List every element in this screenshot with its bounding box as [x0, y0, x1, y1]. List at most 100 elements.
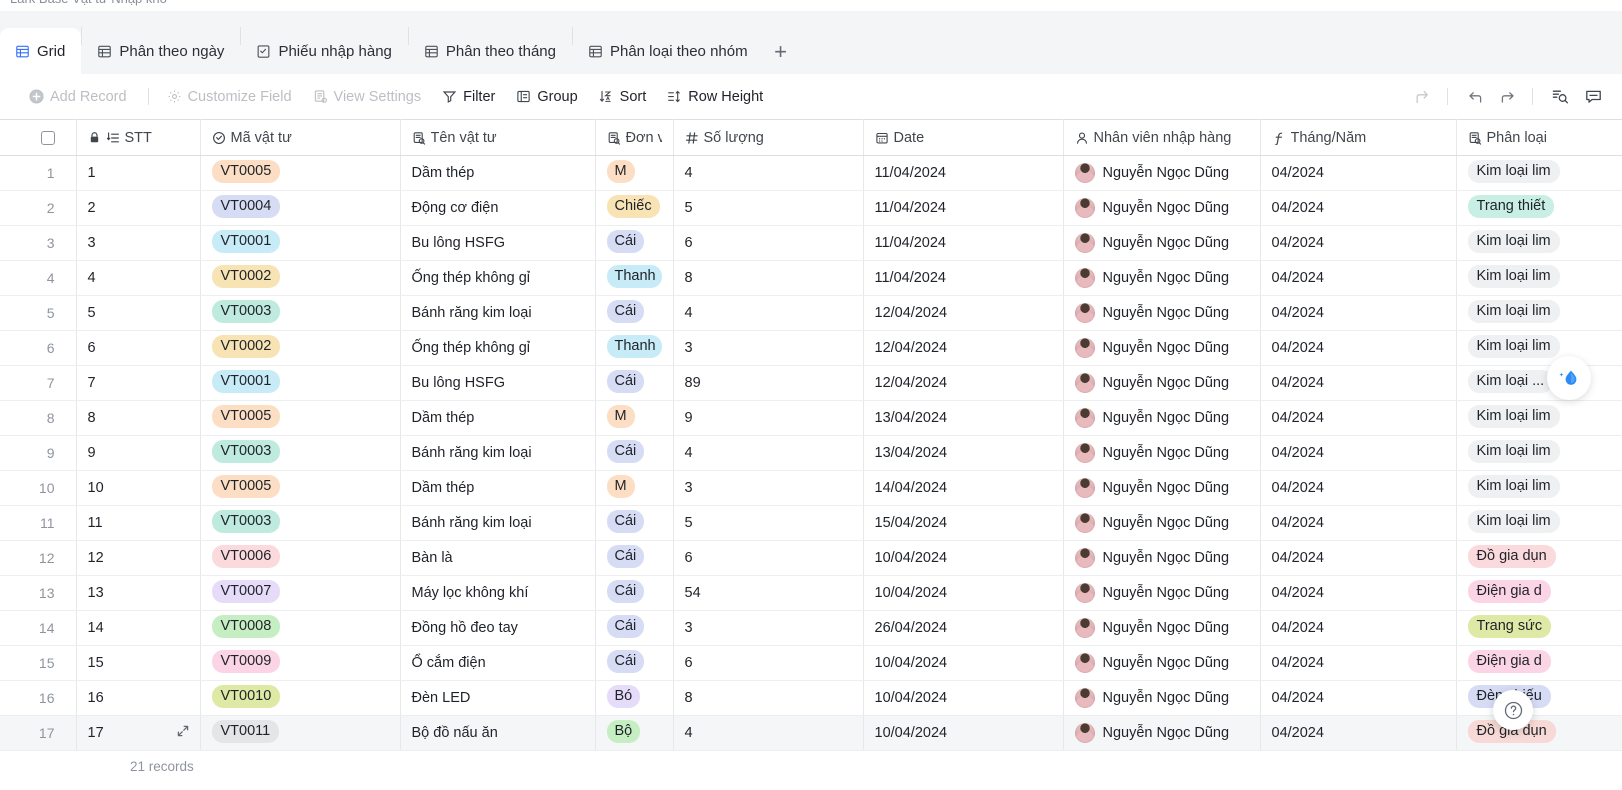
cell-nhan-vien[interactable]: Nguyễn Ngọc Dũng — [1063, 190, 1261, 226]
cell-ma-vat-tu[interactable]: VT0005 — [200, 155, 401, 191]
cell-thang-nam[interactable]: 04/2024 — [1260, 155, 1457, 191]
add-view-button[interactable]: + — [764, 29, 798, 74]
cell-don-vi[interactable]: Cái — [595, 540, 674, 576]
cell-date[interactable]: 13/04/2024 — [863, 435, 1064, 471]
row-number-cell[interactable]: 3 — [0, 225, 77, 261]
cell-so-luong[interactable]: 4 — [673, 155, 864, 191]
cell-phan-loai[interactable]: Kim loại lim — [1456, 400, 1622, 436]
cell-don-vi[interactable]: Chiếc — [595, 190, 674, 226]
cell-ma-vat-tu[interactable]: VT0002 — [200, 260, 401, 296]
table-row[interactable]: 13 13 VT0007 Máy lọc không khí Cái 54 10/04/20… — [0, 575, 1622, 611]
cell-stt[interactable]: 10 — [76, 470, 201, 506]
cell-ten-vat-tu[interactable]: Dầm thép — [400, 400, 596, 436]
table-row[interactable]: 4 4 VT0002 Ống thép không gỉ Thanh 8 11/04/202… — [0, 260, 1622, 296]
cell-nhan-vien[interactable]: Nguyễn Ngọc Dũng — [1063, 435, 1261, 471]
cell-don-vi[interactable]: Cái — [595, 435, 674, 471]
cell-thang-nam[interactable]: 04/2024 — [1260, 540, 1457, 576]
cell-ma-vat-tu[interactable]: VT0002 — [200, 330, 401, 366]
cell-thang-nam[interactable]: 04/2024 — [1260, 505, 1457, 541]
cell-ten-vat-tu[interactable]: Động cơ điện — [400, 190, 596, 226]
cell-thang-nam[interactable]: 04/2024 — [1260, 260, 1457, 296]
cell-ten-vat-tu[interactable]: Dầm thép — [400, 155, 596, 191]
cell-don-vi[interactable]: Cái — [595, 225, 674, 261]
cell-ten-vat-tu[interactable]: Bu lông HSFG — [400, 225, 596, 261]
cell-nhan-vien[interactable]: Nguyễn Ngọc Dũng — [1063, 365, 1261, 401]
cell-thang-nam[interactable]: 04/2024 — [1260, 190, 1457, 226]
cell-ten-vat-tu[interactable]: Bàn là — [400, 540, 596, 576]
row-number-cell[interactable]: 13 — [0, 575, 77, 611]
expand-record-icon[interactable] — [176, 724, 190, 742]
column-header-ten-vat-tu[interactable]: Tên vật tư — [400, 119, 596, 156]
cell-phan-loai[interactable]: Trang sức — [1456, 610, 1622, 646]
cell-stt[interactable]: 5 — [76, 295, 201, 331]
cell-ten-vat-tu[interactable]: Bánh răng kim loại — [400, 295, 596, 331]
cell-phan-loai[interactable]: Kim loại ... — [1456, 365, 1622, 401]
cell-date[interactable]: 11/04/2024 — [863, 190, 1064, 226]
column-header-nhan-vien[interactable]: Nhân viên nhập hàng — [1063, 119, 1261, 156]
cell-don-vi[interactable]: Bộ — [595, 715, 674, 751]
cell-nhan-vien[interactable]: Nguyễn Ngọc Dũng — [1063, 470, 1261, 506]
select-all-header[interactable] — [0, 119, 77, 156]
cell-date[interactable]: 13/04/2024 — [863, 400, 1064, 436]
cell-don-vi[interactable]: Cái — [595, 295, 674, 331]
cell-ten-vat-tu[interactable]: Bộ đồ nấu ăn — [400, 715, 596, 751]
column-header-date[interactable]: Date — [863, 119, 1064, 156]
cell-stt[interactable]: 15 — [76, 645, 201, 681]
cell-thang-nam[interactable]: 04/2024 — [1260, 715, 1457, 751]
cell-don-vi[interactable]: Bó — [595, 680, 674, 716]
table-row[interactable]: 11 11 VT0003 Bánh răng kim loại Cái 5 15/04/20… — [0, 505, 1622, 541]
cell-don-vi[interactable]: Thanh — [595, 330, 674, 366]
cell-ma-vat-tu[interactable]: VT0003 — [200, 295, 401, 331]
cell-ma-vat-tu[interactable]: VT0008 — [200, 610, 401, 646]
cell-date[interactable]: 10/04/2024 — [863, 575, 1064, 611]
cell-nhan-vien[interactable]: Nguyễn Ngọc Dũng — [1063, 715, 1261, 751]
cell-don-vi[interactable]: Cái — [595, 645, 674, 681]
view-tab-2[interactable]: Phân theo ngày — [82, 29, 240, 74]
column-header-so-luong[interactable]: Số lượng — [673, 119, 864, 156]
cell-ten-vat-tu[interactable]: Ống thép không gỉ — [400, 260, 596, 296]
group-button[interactable]: Group — [507, 83, 586, 111]
help-button[interactable] — [1493, 690, 1533, 730]
cell-thang-nam[interactable]: 04/2024 — [1260, 330, 1457, 366]
cell-ma-vat-tu[interactable]: VT0009 — [200, 645, 401, 681]
cell-don-vi[interactable]: Cái — [595, 610, 674, 646]
cell-thang-nam[interactable]: 04/2024 — [1260, 470, 1457, 506]
cell-don-vi[interactable]: M — [595, 470, 674, 506]
cell-so-luong[interactable]: 54 — [673, 575, 864, 611]
row-number-cell[interactable]: 10 — [0, 470, 77, 506]
cell-ma-vat-tu[interactable]: VT0011 — [200, 715, 401, 751]
view-tab-1[interactable]: Grid — [0, 28, 82, 74]
cell-so-luong[interactable]: 8 — [673, 680, 864, 716]
cell-don-vi[interactable]: Thanh — [595, 260, 674, 296]
cell-ten-vat-tu[interactable]: Ống thép không gỉ — [400, 330, 596, 366]
cell-stt[interactable]: 9 — [76, 435, 201, 471]
cell-date[interactable]: 12/04/2024 — [863, 330, 1064, 366]
table-row[interactable]: 14 14 VT0008 Đồng hồ đeo tay Cái 3 26/04/2024 N… — [0, 610, 1622, 646]
row-number-cell[interactable]: 4 — [0, 260, 77, 296]
table-row[interactable]: 2 2 VT0004 Động cơ điện Chiếc 5 11/04/2024 Nguy… — [0, 190, 1622, 226]
cell-phan-loai[interactable]: Đèn chiếu — [1456, 680, 1622, 716]
cell-date[interactable]: 15/04/2024 — [863, 505, 1064, 541]
row-number-cell[interactable]: 7 — [0, 365, 77, 401]
cell-so-luong[interactable]: 5 — [673, 190, 864, 226]
cell-date[interactable]: 26/04/2024 — [863, 610, 1064, 646]
cell-stt[interactable]: 14 — [76, 610, 201, 646]
row-number-cell[interactable]: 2 — [0, 190, 77, 226]
cell-phan-loai[interactable]: Kim loại lim — [1456, 260, 1622, 296]
table-row[interactable]: 15 15 VT0009 Ổ cắm điện Cái 6 10/04/2024 Nguyễn… — [0, 645, 1622, 681]
cell-thang-nam[interactable]: 04/2024 — [1260, 575, 1457, 611]
cell-phan-loai[interactable]: Kim loại lim — [1456, 470, 1622, 506]
cell-stt[interactable]: 11 — [76, 505, 201, 541]
cell-so-luong[interactable]: 3 — [673, 470, 864, 506]
cell-date[interactable]: 10/04/2024 — [863, 645, 1064, 681]
table-row[interactable]: 16 16 VT0010 Đèn LED Bó 8 10/04/2024 Nguyễn Ngọ… — [0, 680, 1622, 716]
data-grid[interactable]: STT Mã vật tư Tên vật tư Đơn Số lượng Da… — [0, 119, 1622, 790]
filter-button[interactable]: Filter — [433, 83, 504, 111]
cell-nhan-vien[interactable]: Nguyễn Ngọc Dũng — [1063, 260, 1261, 296]
cell-nhan-vien[interactable]: Nguyễn Ngọc Dũng — [1063, 610, 1261, 646]
column-header-ma-vat-tu[interactable]: Mã vật tư — [200, 119, 401, 156]
row-number-cell[interactable]: 15 — [0, 645, 77, 681]
cell-date[interactable]: 11/04/2024 — [863, 260, 1064, 296]
cell-phan-loai[interactable]: Đồ gia dụn — [1456, 715, 1622, 751]
cell-phan-loai[interactable]: Kim loại lim — [1456, 225, 1622, 261]
